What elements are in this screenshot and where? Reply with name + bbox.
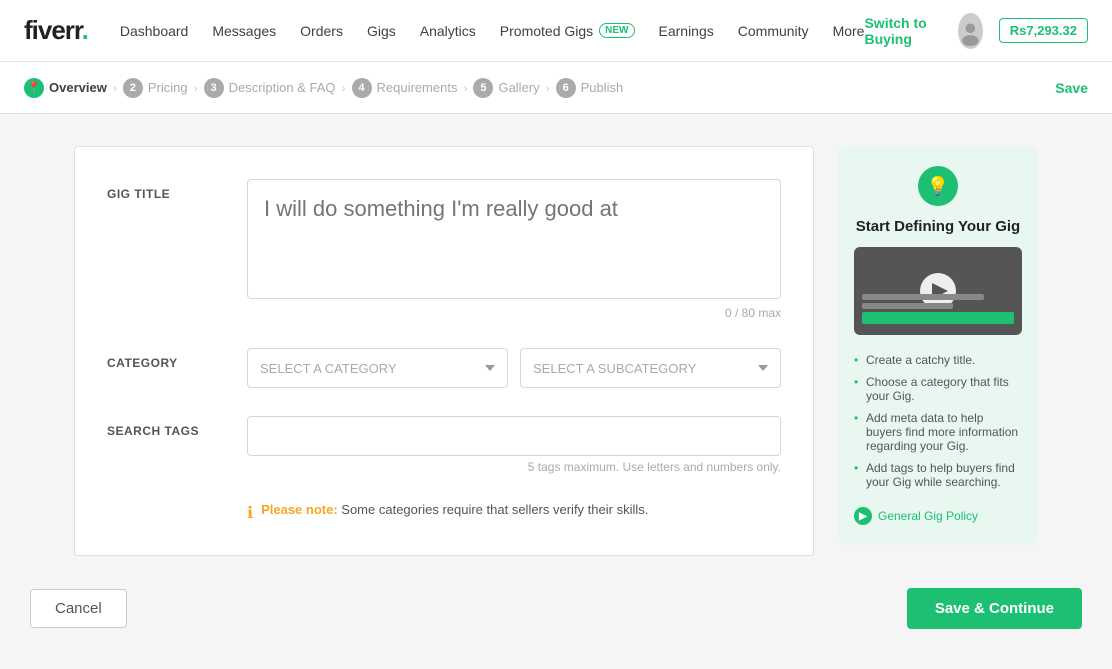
search-tags-control: 5 tags maximum. Use letters and numbers …	[247, 416, 781, 474]
breadcrumb-step-overview[interactable]: 📍 Overview	[24, 78, 107, 98]
nav-more[interactable]: More	[833, 23, 865, 39]
step-num-4: 4	[352, 78, 372, 98]
tags-input[interactable]	[247, 416, 781, 456]
tip-video-thumb[interactable]	[854, 247, 1022, 335]
category-label: CATEGORY	[107, 348, 247, 370]
nav-promoted-gigs[interactable]: Promoted Gigs	[500, 23, 593, 39]
notice-text: Please note: Some categories require tha…	[261, 502, 648, 517]
tip-item-1: Create a catchy title.	[854, 349, 1022, 371]
breadcrumb-step-gallery[interactable]: 5 Gallery	[473, 78, 539, 98]
navbar: fiverr. Dashboard Messages Orders Gigs A…	[0, 0, 1112, 62]
save-continue-button[interactable]: Save & Continue	[907, 588, 1082, 629]
location-icon: 📍	[24, 78, 44, 98]
notice-bold: Please note:	[261, 502, 338, 517]
thumb-bar-2	[862, 303, 953, 309]
sidebar-panel: 💡 Start Defining Your Gig Create a catch…	[838, 146, 1038, 556]
navbar-right: Switch to Buying Rs7,293.32	[864, 13, 1088, 49]
policy-icon: ▶	[854, 507, 872, 525]
step-num-6: 6	[556, 78, 576, 98]
search-tags-label: SEARCH TAGS	[107, 416, 247, 438]
tip-card: 💡 Start Defining Your Gig Create a catch…	[838, 146, 1038, 545]
breadcrumb-arrow-5: ›	[546, 81, 550, 95]
step-num-2: 2	[123, 78, 143, 98]
breadcrumb-step-pricing[interactable]: 2 Pricing	[123, 78, 188, 98]
char-count: 0 / 80 max	[247, 306, 781, 320]
nav-analytics[interactable]: Analytics	[420, 23, 476, 39]
subcategory-select[interactable]: SELECT A SUBCATEGORY	[520, 348, 781, 388]
bottom-bar: Cancel Save & Continue	[6, 588, 1106, 669]
category-row: CATEGORY SELECT A CATEGORY SELECT A SUBC…	[107, 348, 781, 388]
gig-title-control: 0 / 80 max	[247, 179, 781, 320]
policy-link[interactable]: ▶ General Gig Policy	[854, 507, 1022, 525]
breadcrumb-arrow-2: ›	[194, 81, 198, 95]
gig-title-label: GIG TITLE	[107, 179, 247, 201]
logo[interactable]: fiverr.	[24, 15, 88, 46]
form-panel: GIG TITLE 0 / 80 max CATEGORY SELECT A C…	[74, 146, 814, 556]
tip-item-4: Add tags to help buyers find your Gig wh…	[854, 457, 1022, 493]
nav-community[interactable]: Community	[738, 23, 809, 39]
nav-dashboard[interactable]: Dashboard	[120, 23, 189, 39]
category-control: SELECT A CATEGORY SELECT A SUBCATEGORY	[247, 348, 781, 388]
thumb-bars	[854, 283, 1022, 335]
tags-hint: 5 tags maximum. Use letters and numbers …	[247, 460, 781, 474]
nav-messages[interactable]: Messages	[212, 23, 276, 39]
step-num-3: 3	[204, 78, 224, 98]
nav-promoted-gigs-wrapper[interactable]: Promoted Gigs NEW	[500, 23, 635, 39]
category-select[interactable]: SELECT A CATEGORY	[247, 348, 508, 388]
nav-earnings[interactable]: Earnings	[659, 23, 714, 39]
breadcrumb-step-publish[interactable]: 6 Publish	[556, 78, 624, 98]
category-selects: SELECT A CATEGORY SELECT A SUBCATEGORY	[247, 348, 781, 388]
gig-title-row: GIG TITLE 0 / 80 max	[107, 179, 781, 320]
save-link[interactable]: Save	[1055, 80, 1088, 96]
tip-icon-wrap: 💡	[854, 166, 1022, 206]
logo-text: fiverr	[24, 15, 82, 45]
policy-label: General Gig Policy	[878, 509, 978, 523]
nav-links: Dashboard Messages Orders Gigs Analytics…	[120, 23, 865, 39]
gig-title-input[interactable]	[247, 179, 781, 299]
cancel-button[interactable]: Cancel	[30, 589, 127, 628]
search-tags-row: SEARCH TAGS 5 tags maximum. Use letters …	[107, 416, 781, 474]
nav-orders[interactable]: Orders	[300, 23, 343, 39]
main-content: GIG TITLE 0 / 80 max CATEGORY SELECT A C…	[6, 114, 1106, 588]
tip-title: Start Defining Your Gig	[854, 218, 1022, 235]
lightbulb-icon: 💡	[918, 166, 958, 206]
breadcrumb-steps: 📍 Overview › 2 Pricing › 3 Description &…	[24, 78, 623, 98]
switch-buying-button[interactable]: Switch to Buying	[864, 15, 942, 47]
tip-item-3: Add meta data to help buyers find more i…	[854, 407, 1022, 457]
breadcrumb-step-faq[interactable]: 3 Description & FAQ	[204, 78, 336, 98]
nav-gigs[interactable]: Gigs	[367, 23, 396, 39]
avatar[interactable]	[958, 13, 983, 49]
thumb-bar-1	[862, 294, 984, 300]
balance-badge[interactable]: Rs7,293.32	[999, 18, 1088, 43]
notice-box: ℹ Please note: Some categories require t…	[107, 502, 781, 523]
step-num-5: 5	[473, 78, 493, 98]
breadcrumb-arrow-3: ›	[342, 81, 346, 95]
green-bar	[862, 312, 1014, 324]
tip-list: Create a catchy title. Choose a category…	[854, 349, 1022, 493]
breadcrumb-step-requirements[interactable]: 4 Requirements	[352, 78, 458, 98]
notice-icon: ℹ	[247, 503, 253, 523]
tip-item-2: Choose a category that fits your Gig.	[854, 371, 1022, 407]
new-badge: NEW	[599, 23, 634, 38]
breadcrumb-arrow-4: ›	[463, 81, 467, 95]
breadcrumb-bar: 📍 Overview › 2 Pricing › 3 Description &…	[0, 62, 1112, 114]
breadcrumb-arrow-1: ›	[113, 81, 117, 95]
